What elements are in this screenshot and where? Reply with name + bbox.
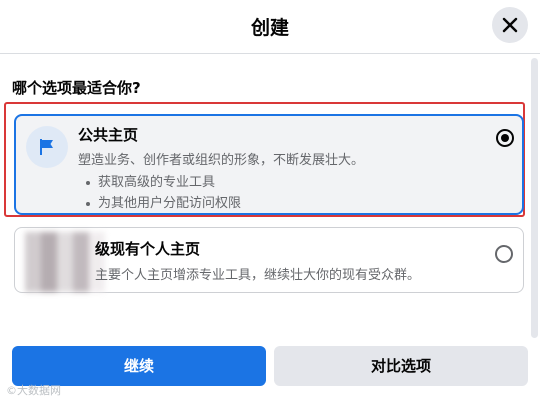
continue-button[interactable]: 继续 [12, 346, 266, 386]
compare-options-button[interactable]: 对比选项 [274, 346, 528, 386]
flag-icon [40, 139, 53, 155]
question-heading: 哪个选项最适合你? [12, 79, 141, 97]
radio-unselected[interactable] [495, 245, 513, 263]
feature-item: 为其他用户分配访问权限 [78, 193, 241, 214]
radio-selected[interactable] [496, 129, 514, 147]
option-description: 塑造业务、创作者或组织的形象，不断发展壮大。 [78, 153, 365, 168]
close-button[interactable] [492, 7, 528, 43]
option-title: 级现有个人主页 [95, 240, 201, 258]
dialog-header: 创建 [0, 0, 540, 54]
dialog-title: 创建 [250, 17, 289, 39]
feature-item: 获取高级的专业工具 [78, 172, 241, 193]
option-description: 主要个人主页增添专业工具，继续壮大你的现有受众群。 [95, 268, 421, 283]
page-icon-circle [26, 126, 68, 168]
avatar [25, 232, 105, 292]
option-public-page[interactable]: 公共主页 塑造业务、创作者或组织的形象，不断发展壮大。 获取高级的专业工具 为其… [14, 114, 524, 215]
watermark: ©大数据网 [6, 384, 61, 397]
close-icon [502, 17, 518, 33]
option-existing-profile[interactable]: 级现有个人主页 主要个人主页增添专业工具，继续壮大你的现有受众群。 [14, 227, 524, 293]
feature-list: 获取高级的专业工具 为其他用户分配访问权限 [78, 172, 241, 214]
option-title: 公共主页 [78, 126, 139, 144]
scrollbar[interactable] [531, 58, 538, 338]
